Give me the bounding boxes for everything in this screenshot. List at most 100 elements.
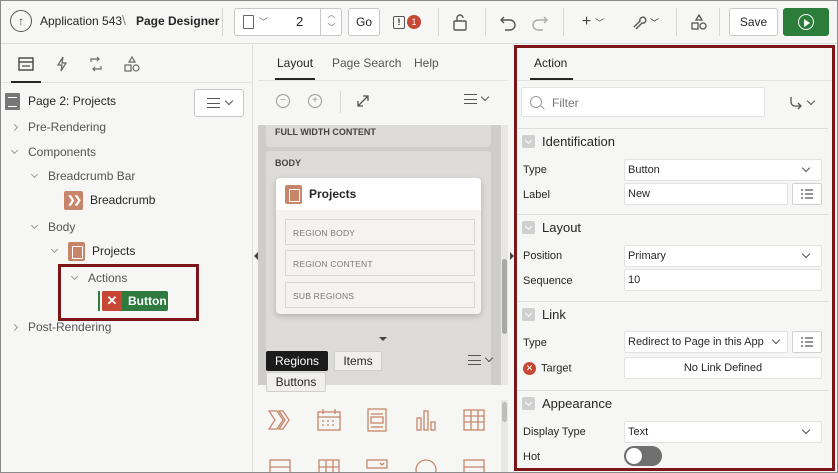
collapse-icon[interactable] [522,135,535,148]
breadcrumb-region-icon[interactable] [266,406,294,434]
region-gallery [258,400,501,473]
list-of-values-button[interactable] [792,183,822,205]
full-width-content-region[interactable]: FULL WIDTH CONTENT [266,125,491,147]
increment-icon[interactable]: ︿ [321,8,342,21]
calendar-region-icon[interactable] [315,406,343,434]
region-title: Projects [309,187,357,201]
type-value: Button [628,164,660,176]
tab-rendering[interactable] [11,55,41,83]
tree-node-components[interactable]: Components [9,143,96,161]
gallery-scroll-thumb[interactable] [502,402,507,422]
list-view-icon[interactable] [460,456,488,473]
tree-node-pre-rendering[interactable]: Pre-Rendering [9,118,106,136]
page-icon [243,15,254,29]
section-layout[interactable]: Layout [518,214,828,240]
expand-icon[interactable] [356,94,370,111]
decrement-icon[interactable]: ﹀ [321,21,342,34]
page-number-stepper[interactable]: ︿ ﹀ [320,8,342,36]
zoom-out-icon[interactable]: − [276,94,290,108]
layout-menu-button[interactable] [464,92,490,104]
collapse-icon[interactable] [29,221,39,230]
save-button[interactable]: Save [729,8,778,36]
divider [485,8,486,36]
collapse-icon[interactable] [522,221,535,234]
tab-buttons[interactable]: Buttons [266,372,326,392]
collapse-icon[interactable] [522,308,535,321]
grid-region-icon[interactable] [266,456,294,473]
target-label: Target [541,362,572,375]
form-region-icon[interactable] [363,456,391,473]
undo-icon[interactable] [498,11,518,33]
slot-region-content[interactable]: REGION CONTENT [285,250,475,276]
collapse-icon[interactable] [49,245,59,254]
tree-node-body[interactable]: Body [29,218,75,236]
type-select[interactable]: Button [624,159,822,181]
redo-icon[interactable] [530,11,550,33]
warning-count-badge: 1 [407,15,421,29]
projects-region-card[interactable]: Projects REGION BODY REGION CONTENT SUB … [276,178,481,314]
display-type-select[interactable]: Text [624,421,822,443]
tab-items[interactable]: Items [334,351,382,371]
tree-node-post-rendering[interactable]: Post-Rendering [9,318,111,336]
cards-region-icon[interactable] [363,406,391,434]
shared-components-icon[interactable] [688,11,710,33]
position-select[interactable]: Primary [624,245,822,267]
go-to-group-button[interactable] [776,91,826,115]
slot-sub-regions[interactable]: SUB REGIONS [285,282,475,308]
hot-label: Hot [523,451,541,463]
gallery-menu-button[interactable] [468,353,494,365]
slot-region-body[interactable]: REGION BODY [285,219,475,245]
interactive-grid-icon[interactable] [315,456,343,473]
divider [719,8,720,36]
sequence-input[interactable]: 10 [624,269,822,291]
target-label-row: ✕ Target [523,362,572,375]
collapse-icon[interactable] [29,170,39,179]
chart-region-icon[interactable] [412,406,440,434]
link-type-select[interactable]: Redirect to Page in this App [624,331,788,353]
tree-node-projects[interactable]: Projects [49,241,135,261]
tab-dynamic-actions[interactable] [53,55,71,73]
property-editor-pane: Action Filter Identification Type Button… [514,45,838,473]
expand-icon[interactable] [9,323,19,331]
section-appearance[interactable]: Appearance [518,390,828,416]
page-node[interactable]: Page 2: Projects [5,92,116,110]
tab-action[interactable]: Action [529,56,574,80]
tab-help[interactable]: Help [414,56,439,70]
go-button[interactable]: Go [348,8,380,36]
tree-node-breadcrumb-bar[interactable]: Breadcrumb Bar [29,167,135,185]
chevron-down-icon: ﹀ [649,17,659,28]
run-button[interactable] [783,8,829,36]
hot-toggle[interactable] [624,446,662,466]
utilities-menu-button[interactable]: ﹀ [630,11,660,33]
classic-report-icon[interactable] [460,406,488,434]
chevron-down-icon[interactable]: ﹀ [259,15,268,28]
section-identification[interactable]: Identification [518,128,828,154]
list-of-values-button[interactable] [792,331,822,353]
tree-node-breadcrumb[interactable]: ❯❯ Breadcrumb [64,190,155,210]
tab-layout[interactable]: Layout [274,56,316,80]
label-input[interactable]: New [624,183,788,205]
position-label: Position [523,250,563,262]
map-region-icon[interactable] [412,456,440,473]
collapse-gallery-arrow-icon[interactable] [379,337,387,341]
target-link-button[interactable]: No Link Defined [624,357,822,379]
page-number-input[interactable]: 2 [296,14,303,29]
tab-page-search[interactable]: Page Search [332,56,401,70]
canvas-scroll-thumb[interactable] [502,259,507,334]
app-home-icon[interactable]: ↑ [10,10,32,32]
lock-icon[interactable] [451,11,469,33]
section-link[interactable]: Link [518,301,828,327]
expand-icon[interactable] [9,123,19,131]
create-menu-button[interactable]: + ﹀ [578,11,608,33]
tab-regions[interactable]: Regions [266,351,328,371]
projects-region-header[interactable]: Projects [276,178,481,210]
application-link[interactable]: Application 543 [40,14,122,28]
warnings-button[interactable]: ! 1 [392,12,422,32]
filter-input[interactable]: Filter [521,87,765,117]
collapse-icon[interactable] [9,146,19,155]
tab-shared-components[interactable] [123,55,141,73]
zoom-in-icon[interactable]: + [308,94,322,108]
tree-menu-button[interactable] [194,89,244,117]
collapse-icon[interactable] [522,397,535,410]
tab-processing[interactable] [87,55,105,73]
